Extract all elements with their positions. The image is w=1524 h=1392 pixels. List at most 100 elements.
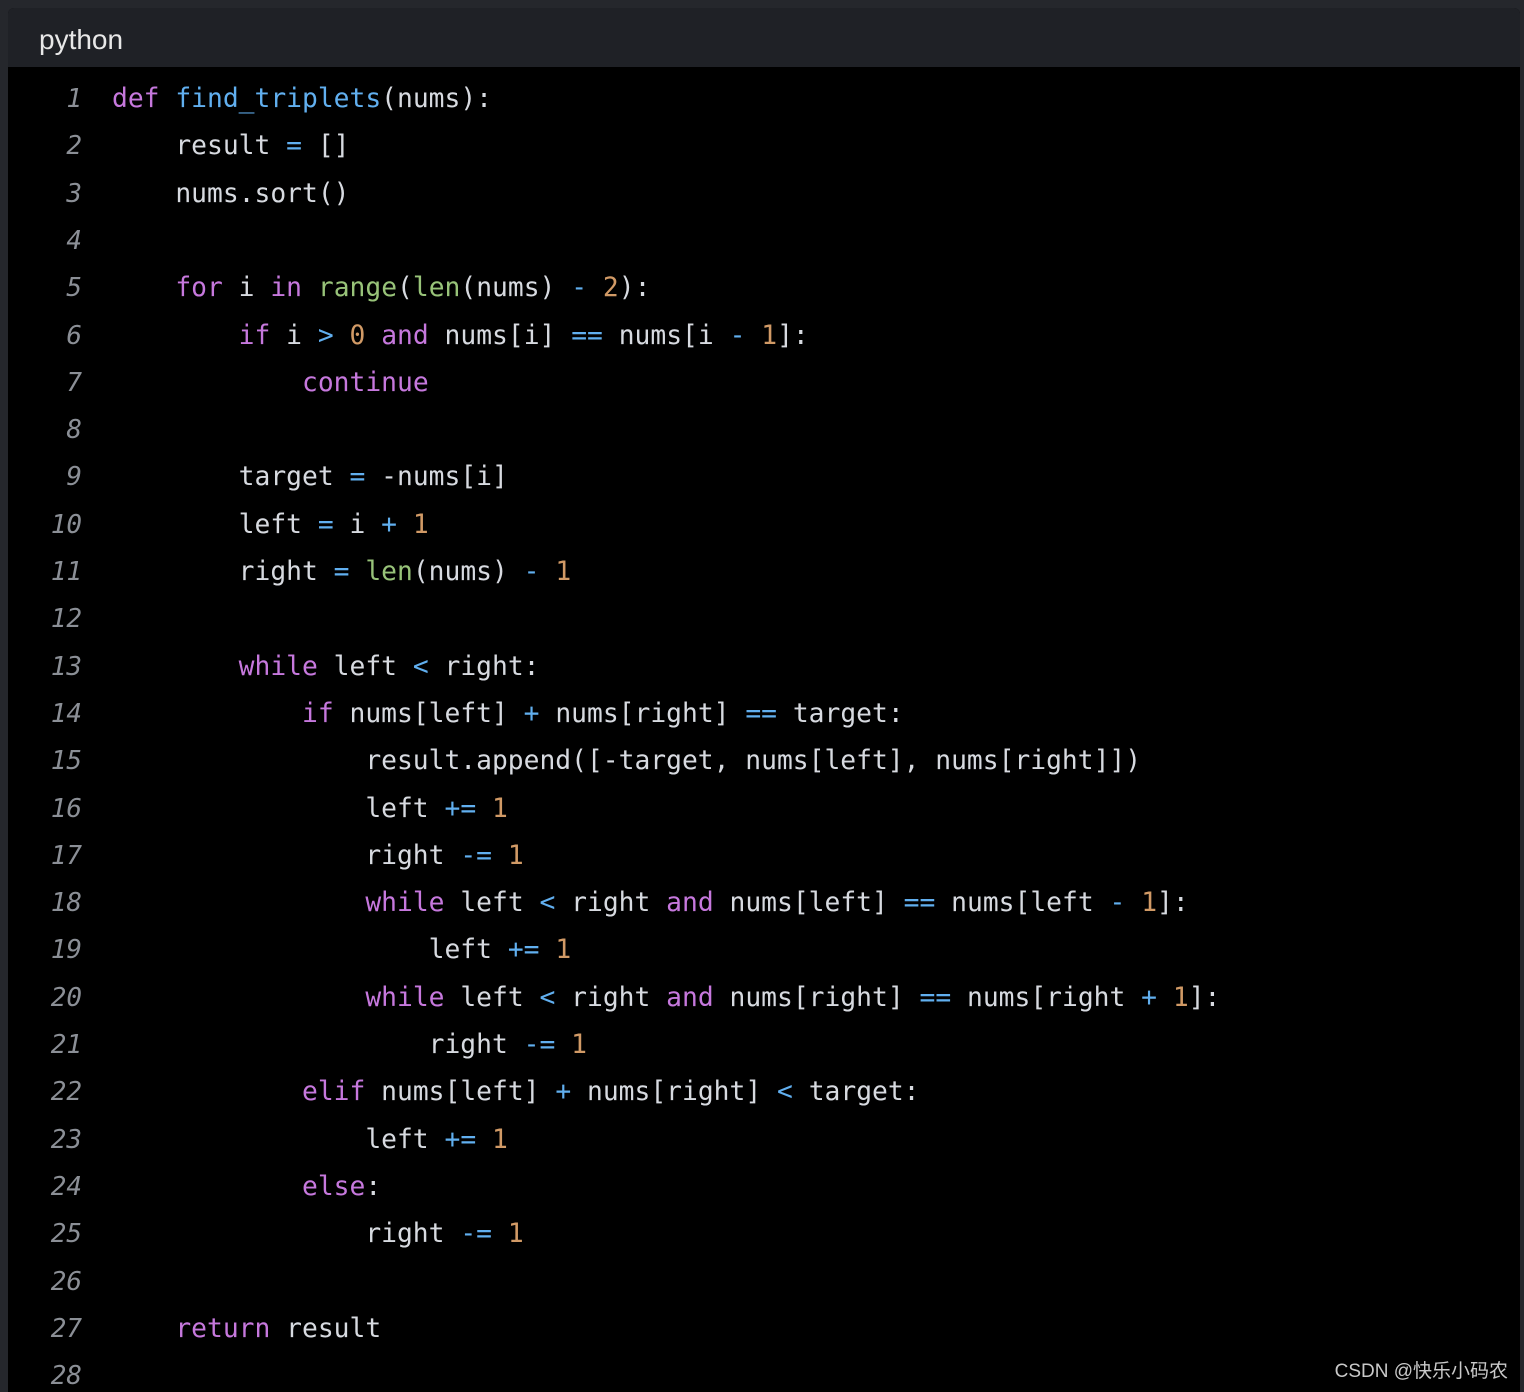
- code-text: target: [112, 462, 350, 493]
- code-content: nums.sort(): [112, 171, 349, 218]
- operator-token: +: [1141, 982, 1158, 1013]
- code-text: right: [112, 840, 461, 871]
- code-content: left += 1: [112, 786, 508, 833]
- code-text: right:: [428, 651, 540, 682]
- code-text: ]:: [1188, 982, 1221, 1013]
- code-text: result.append([-target, nums[left], nums…: [112, 746, 1142, 777]
- code-content: elif nums[left] + nums[right] < target:: [112, 1069, 920, 1116]
- code-line: 28: [8, 1353, 1520, 1392]
- code-text: result: [270, 1313, 382, 1344]
- code-content: right -= 1: [112, 833, 523, 880]
- code-line: 23 left += 1: [8, 1117, 1520, 1164]
- code-line: 19 left += 1: [8, 927, 1520, 974]
- keyword-token: while: [238, 651, 318, 682]
- code-content: right = len(nums) - 1: [112, 549, 572, 596]
- code-text: left: [112, 509, 318, 540]
- code-line: 5 for i in range(len(nums) - 2):: [8, 265, 1520, 312]
- code-text: target:: [792, 1077, 920, 1108]
- number-token: 1: [555, 557, 572, 587]
- operator-token: +: [555, 1077, 572, 1108]
- operator-token: =: [349, 462, 366, 493]
- code-text: i: [333, 509, 382, 540]
- code-line: 26: [8, 1259, 1520, 1306]
- code-text: left: [112, 935, 508, 966]
- code-text: left: [444, 982, 540, 1013]
- code-text: nums[i]: [428, 320, 572, 351]
- code-block-header: python: [8, 8, 1520, 67]
- code-line: 18 while left < right and nums[left] == …: [8, 880, 1520, 927]
- code-area[interactable]: 1 def find_triplets(nums): 2 result = [] 3 …: [8, 67, 1520, 1392]
- operator-token: -: [1109, 888, 1126, 919]
- keyword-token: def: [112, 84, 160, 114]
- keyword-token: else: [302, 1171, 366, 1202]
- line-number: 1: [66, 84, 82, 114]
- line-number: 10: [50, 509, 82, 540]
- code-text: result: [112, 131, 287, 162]
- operator-token: -: [523, 557, 540, 587]
- code-text: left: [317, 651, 413, 682]
- keyword-token: and: [666, 982, 714, 1013]
- code-content: if i > 0 and nums[i] == nums[i - 1]:: [112, 313, 809, 360]
- code-line: 25 right -= 1: [8, 1211, 1520, 1258]
- line-number: 24: [50, 1171, 82, 1202]
- operator-token: >: [317, 320, 334, 351]
- code-content: right -= 1: [112, 1211, 524, 1258]
- line-number: 19: [50, 935, 82, 966]
- code-line: 11 right = len(nums) - 1: [8, 549, 1520, 596]
- code-content: target = -nums[i]: [112, 454, 508, 501]
- code-text: ):: [618, 273, 651, 304]
- code-text: nums[left: [935, 888, 1110, 919]
- code-text: i: [222, 273, 271, 304]
- code-content: result.append([-target, nums[left], nums…: [112, 738, 1141, 785]
- code-text: right: [555, 888, 667, 919]
- code-text: -nums[i]: [365, 462, 508, 493]
- line-number: 2: [66, 131, 82, 162]
- operator-token: -=: [523, 1030, 556, 1060]
- code-content: while left < right and nums[left] == num…: [112, 880, 1189, 927]
- keyword-token: and: [666, 888, 714, 919]
- operator-token: ==: [919, 982, 952, 1013]
- code-content: def find_triplets(nums):: [112, 76, 492, 123]
- operator-token: ==: [903, 888, 936, 919]
- code-content: right -= 1: [112, 1022, 587, 1069]
- code-text: nums[right]: [539, 698, 746, 729]
- code-text: right: [555, 982, 667, 1013]
- code-line: 15 result.append([-target, nums[left], n…: [8, 738, 1520, 785]
- operator-token: <: [777, 1077, 793, 1108]
- code-text: []: [302, 131, 350, 162]
- line-number: 11: [50, 557, 82, 587]
- code-content: for i in range(len(nums) - 2):: [112, 265, 650, 312]
- code-block: python 1 def find_triplets(nums): 2 result…: [8, 8, 1520, 1392]
- line-number: 6: [66, 320, 82, 351]
- code-text: (: [397, 273, 413, 304]
- code-content: left += 1: [112, 927, 572, 974]
- code-text: right: [112, 1030, 524, 1060]
- code-content: left = i + 1: [112, 502, 429, 549]
- keyword-token: while: [365, 982, 445, 1013]
- operator-token: +: [523, 698, 540, 729]
- code-text: ]:: [777, 320, 809, 351]
- code-text: ]:: [1157, 888, 1189, 919]
- code-text: nums[left]: [333, 698, 524, 729]
- line-number: 15: [50, 746, 82, 777]
- code-text: nums[right]: [713, 982, 920, 1013]
- number-token: 1: [507, 1219, 524, 1250]
- number-token: 1: [555, 935, 572, 966]
- keyword-token: in: [270, 273, 303, 304]
